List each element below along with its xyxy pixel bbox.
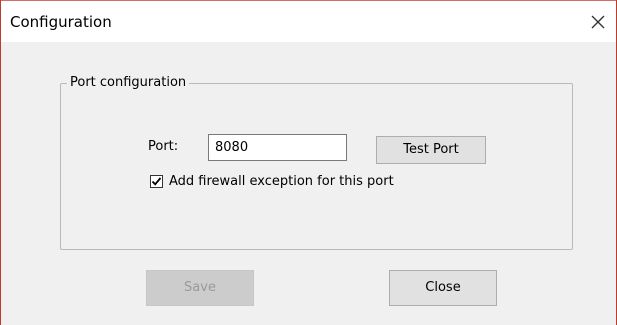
close-icon[interactable]: [586, 10, 610, 34]
test-port-button[interactable]: Test Port: [376, 136, 486, 164]
checkmark-icon: [151, 177, 162, 186]
configuration-dialog: Configuration Port configuration Port: T…: [0, 0, 617, 325]
firewall-exception-label: Add firewall exception for this port: [169, 174, 394, 189]
firewall-exception-checkbox[interactable]: [150, 175, 163, 188]
group-legend: Port configuration: [67, 74, 190, 92]
port-input[interactable]: [208, 134, 347, 161]
close-button[interactable]: Close: [389, 270, 497, 306]
title-bar: Configuration: [1, 0, 616, 42]
port-configuration-group: Port configuration: [60, 74, 573, 250]
save-button[interactable]: Save: [146, 270, 254, 306]
window-title: Configuration: [10, 13, 112, 31]
port-label: Port:: [148, 139, 179, 154]
